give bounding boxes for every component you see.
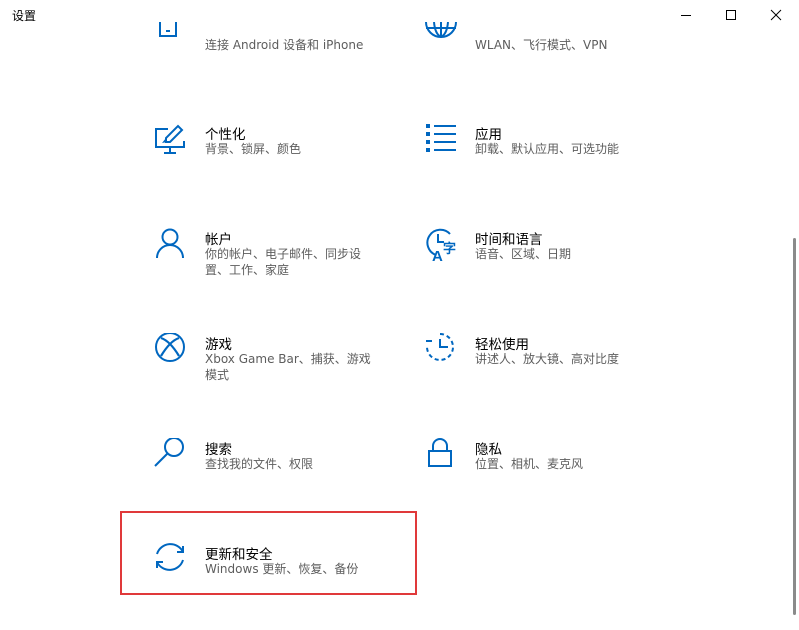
tile-ease-of-access[interactable]: 轻松使用 讲述人、放大镜、高对比度 — [424, 333, 684, 413]
tile-title: 时间和语言 — [475, 232, 543, 248]
search-icon — [154, 438, 190, 474]
tile-title: 应用 — [475, 127, 502, 143]
tile-desc: 你的帐户、电子邮件、同步设置、工作、家庭 — [205, 247, 362, 277]
tile-title: 搜索 — [205, 442, 232, 458]
lock-icon — [424, 438, 460, 474]
tile-network[interactable]: WLAN、飞行模式、VPN — [424, 22, 684, 60]
personalization-icon — [154, 123, 190, 159]
globe-icon — [424, 22, 460, 46]
svg-text:字: 字 — [443, 241, 456, 257]
tile-title: 隐私 — [475, 442, 502, 458]
apps-list-icon — [424, 123, 460, 159]
tile-desc: 卸载、默认应用、可选功能 — [475, 142, 620, 156]
tile-time-language[interactable]: A 字 时间和语言 语音、区域、日期 — [424, 228, 684, 308]
close-button[interactable] — [753, 0, 799, 30]
tile-title: 游戏 — [205, 337, 232, 353]
scrollbar[interactable] — [793, 238, 796, 615]
tile-desc: 讲述人、放大镜、高对比度 — [475, 352, 620, 366]
person-icon — [154, 228, 190, 264]
tile-title: 轻松使用 — [475, 337, 529, 353]
phone-icon — [154, 22, 190, 46]
tile-phone[interactable]: 连接 Android 设备和 iPhone — [154, 22, 414, 60]
tile-apps[interactable]: 应用 卸载、默认应用、可选功能 — [424, 123, 684, 203]
close-icon — [770, 9, 782, 21]
tile-personalization[interactable]: 个性化 背景、锁屏、颜色 — [154, 123, 414, 203]
title-bar: 设置 — [0, 0, 799, 32]
maximize-icon — [726, 10, 736, 20]
xbox-icon — [154, 333, 190, 369]
tile-title: 帐户 — [205, 232, 232, 248]
tile-desc: 语音、区域、日期 — [475, 247, 572, 261]
tile-title: 个性化 — [205, 127, 246, 143]
minimize-icon — [681, 15, 691, 16]
window-title: 设置 — [12, 9, 37, 23]
tile-desc: Xbox Game Bar、捕获、游戏模式 — [205, 352, 371, 382]
tile-desc: 背景、锁屏、颜色 — [205, 142, 302, 156]
maximize-button[interactable] — [708, 0, 754, 30]
highlight-box — [120, 511, 417, 595]
tile-privacy[interactable]: 隐私 位置、相机、麦克风 — [424, 438, 684, 518]
tile-gaming[interactable]: 游戏 Xbox Game Bar、捕获、游戏模式 — [154, 333, 414, 413]
time-language-icon: A 字 — [424, 228, 460, 264]
tile-desc: 连接 Android 设备和 iPhone — [205, 38, 364, 52]
ease-of-access-icon — [424, 333, 460, 369]
tile-desc: 位置、相机、麦克风 — [475, 457, 584, 471]
svg-text:A: A — [432, 248, 443, 264]
tile-search[interactable]: 搜索 查找我的文件、权限 — [154, 438, 414, 518]
tile-accounts[interactable]: 帐户 你的帐户、电子邮件、同步设置、工作、家庭 — [154, 228, 414, 308]
tile-desc: 查找我的文件、权限 — [205, 457, 314, 471]
minimize-button[interactable] — [663, 0, 709, 30]
tile-desc: WLAN、飞行模式、VPN — [475, 38, 608, 52]
